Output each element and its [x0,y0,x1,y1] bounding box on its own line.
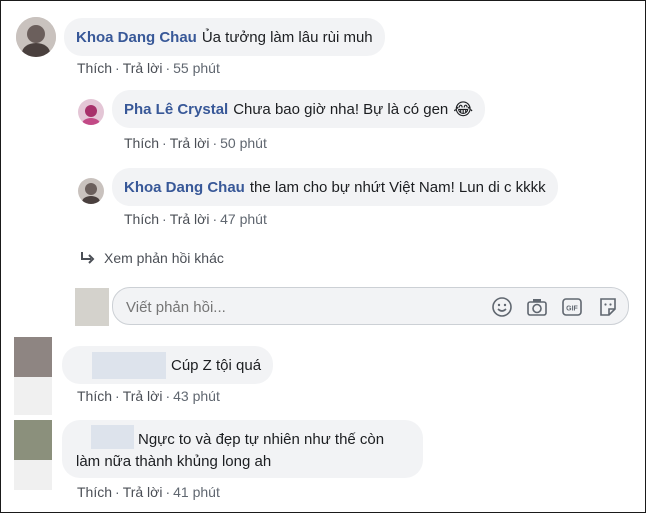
comment-bubble-1: Khoa Dang Chau Ủa tưởng làm lâu rùi muh [64,18,385,56]
laughing-emoji-icon: 😂 [453,99,474,119]
timestamp[interactable]: 55 phút [173,60,220,76]
avatar-censored-2-lower [14,460,52,490]
reply-link[interactable]: Trả lời [123,388,163,404]
comment-text: Ủa tưởng làm lâu rùi muh [201,28,373,46]
comment-actions-4: Thích · Trả lời · 43 phút [77,388,220,404]
comment-text: the lam cho bự nhứt Việt Nam! Lun di c k… [249,178,546,196]
svg-text:GIF: GIF [566,306,578,313]
reply-link[interactable]: Trả lời [170,211,210,227]
comment-actions-5: Thích · Trả lời · 41 phút [77,484,220,500]
comment-author[interactable]: Khoa Dang Chau [76,28,197,47]
more-replies-label: Xem phản hồi khác [104,250,224,266]
like-link[interactable]: Thích [124,211,159,227]
avatar-khoa-small[interactable] [78,178,104,204]
timestamp[interactable]: 47 phút [220,211,267,227]
comment-bubble-3: Khoa Dang Chau the lam cho bự nhứt Việt … [112,168,558,206]
like-link[interactable]: Thích [77,484,112,500]
avatar-khoa-small-image [78,178,104,204]
comment-author[interactable]: Khoa Dang Chau [124,178,245,197]
comment-actions-1: Thích · Trả lời · 55 phút [77,60,220,76]
current-user-avatar [75,288,109,326]
reply-link[interactable]: Trả lời [123,60,163,76]
reply-input-box[interactable]: GIF [112,287,629,325]
camera-icon[interactable] [526,296,548,318]
like-link[interactable]: Thích [77,60,112,76]
avatar-censored-1-lower [14,377,52,415]
like-link[interactable]: Thích [77,388,112,404]
timestamp[interactable]: 43 phút [173,388,220,404]
sticker-icon[interactable] [597,296,619,318]
comment-bubble-5: Ngực to và đẹp tự nhiên như thế còn làm … [62,420,423,478]
reply-link[interactable]: Trả lời [170,135,210,151]
reply-input[interactable] [124,296,478,318]
comment-text-line-2: làm nữa thành khủng long ah [76,453,272,470]
reply-arrow-icon [81,252,95,264]
comment-bubble-2: Pha Lê Crystal Chưa bao giờ nha! Bự là c… [112,90,486,128]
avatar-censored-1[interactable] [14,337,52,377]
timestamp[interactable]: 50 phút [220,135,267,151]
emoji-icon[interactable] [491,296,513,318]
avatar-khoa[interactable] [16,17,56,57]
reply-link[interactable]: Trả lời [123,484,163,500]
avatar-pha-le[interactable] [78,99,104,125]
comment-text: Chưa bao giờ nha! Bự là có gen [233,100,449,118]
comment-author[interactable]: Pha Lê Crystal [124,100,228,119]
comment-text: Cúp Z tội quá [171,356,262,374]
avatar-khoa-image [16,17,56,57]
gif-icon[interactable]: GIF [561,296,583,318]
comment-actions-2: Thích · Trả lời · 50 phút [124,135,267,151]
comment-text-line-1: Ngực to và đẹp tự nhiên như thế còn [138,431,385,448]
timestamp[interactable]: 41 phút [173,484,220,500]
comment-actions-3: Thích · Trả lời · 47 phút [124,211,267,227]
censored-author-name[interactable] [92,351,166,379]
like-link[interactable]: Thích [124,135,159,151]
comment-bubble-4: Cúp Z tội quá [62,346,274,384]
censored-author-name[interactable] [91,425,134,449]
more-replies-link[interactable]: Xem phản hồi khác [80,250,224,266]
avatar-pha-le-image [78,99,104,125]
avatar-censored-2[interactable] [14,420,52,460]
